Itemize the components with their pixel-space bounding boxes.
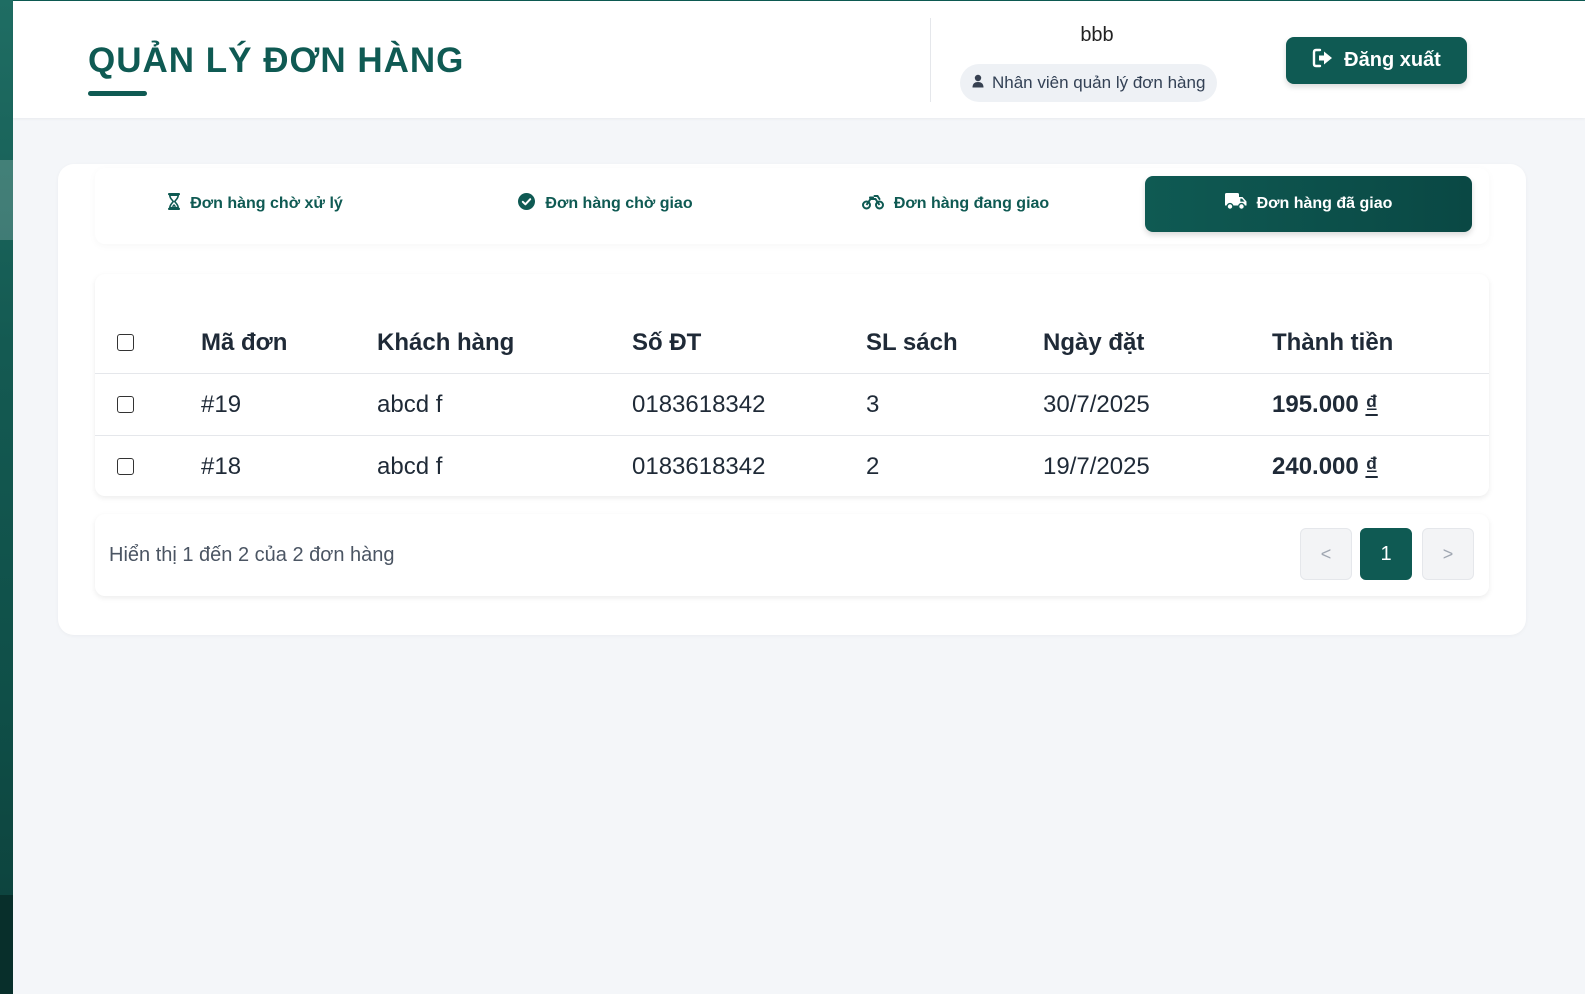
motorcycle-icon bbox=[861, 194, 884, 215]
phone-cell: 0183618342 bbox=[632, 452, 766, 480]
column-header-phone[interactable]: Số ĐT bbox=[632, 312, 866, 374]
column-header-book-qty[interactable]: SL sách bbox=[866, 312, 1043, 374]
user-role-badge: Nhân viên quản lý đơn hàng bbox=[960, 64, 1218, 102]
tab-label: Đơn hàng đã giao bbox=[1256, 195, 1393, 212]
total-amount: 195.000 bbox=[1272, 390, 1359, 418]
table-row[interactable]: #18 abcd f 0183618342 2 19/7/2025 240.00… bbox=[95, 436, 1489, 497]
truck-icon bbox=[1224, 193, 1247, 215]
tab-delivered[interactable]: Đơn hàng đã giao bbox=[1145, 176, 1472, 232]
customer-cell: abcd f bbox=[377, 373, 632, 436]
prev-page-button[interactable]: < bbox=[1300, 528, 1352, 580]
pagination-summary: Hiển thị 1 đến 2 của 2 đơn hàng bbox=[109, 544, 395, 566]
user-name: bbb bbox=[1080, 24, 1114, 46]
book-qty-cell: 2 bbox=[866, 452, 880, 480]
column-header-order-id[interactable]: Mã đơn bbox=[201, 312, 377, 374]
user-role-label: Nhân viên quản lý đơn hàng bbox=[992, 73, 1206, 92]
sidebar-strip bbox=[0, 0, 13, 994]
logout-icon bbox=[1312, 48, 1334, 74]
total-cell: 240.000 ₫ bbox=[1272, 436, 1489, 497]
orders-panel: Đơn hàng chờ xử lý Đơn hàng chờ giao Đơn… bbox=[58, 164, 1526, 635]
header-divider bbox=[930, 18, 931, 102]
total-cell: 195.000 ₫ bbox=[1272, 373, 1489, 436]
row-select-cell bbox=[95, 373, 201, 436]
currency-symbol: ₫ bbox=[1365, 390, 1378, 418]
logout-label: Đăng xuất bbox=[1344, 49, 1441, 71]
column-header-customer[interactable]: Khách hàng bbox=[377, 312, 632, 374]
next-page-button[interactable]: > bbox=[1422, 528, 1474, 580]
orders-table: Mã đơn Khách hàng Số ĐT SL sách Ngày đặt… bbox=[95, 312, 1489, 496]
tab-delivering[interactable]: Đơn hàng đang giao bbox=[795, 176, 1116, 232]
row-checkbox[interactable] bbox=[117, 396, 134, 413]
user-icon bbox=[972, 73, 984, 93]
order-id-cell: #19 bbox=[201, 373, 377, 436]
tab-awaiting-delivery[interactable]: Đơn hàng chờ giao bbox=[445, 176, 766, 232]
hourglass-icon bbox=[168, 193, 181, 215]
table-row[interactable]: #19 abcd f 0183618342 3 30/7/2025 195.00… bbox=[95, 373, 1489, 436]
row-checkbox[interactable] bbox=[117, 458, 134, 475]
pagination-bar: Hiển thị 1 đến 2 của 2 đơn hàng < 1 > bbox=[95, 514, 1489, 596]
check-circle-icon bbox=[518, 193, 536, 215]
page-1-button[interactable]: 1 bbox=[1360, 528, 1412, 580]
currency-symbol: ₫ bbox=[1365, 452, 1378, 480]
title-underline bbox=[88, 91, 147, 96]
orders-table-card: Mã đơn Khách hàng Số ĐT SL sách Ngày đặt… bbox=[95, 274, 1489, 496]
tab-pending[interactable]: Đơn hàng chờ xử lý bbox=[95, 176, 416, 232]
tab-label: Đơn hàng chờ giao bbox=[545, 195, 693, 212]
logout-button[interactable]: Đăng xuất bbox=[1286, 37, 1467, 84]
column-header-total[interactable]: Thành tiền bbox=[1272, 312, 1489, 374]
customer-cell: abcd f bbox=[377, 452, 443, 480]
order-date-cell: 30/7/2025 bbox=[1043, 373, 1272, 436]
order-id-cell: #18 bbox=[201, 452, 242, 480]
table-header-row: Mã đơn Khách hàng Số ĐT SL sách Ngày đặt… bbox=[95, 312, 1489, 374]
select-all-checkbox[interactable] bbox=[117, 334, 134, 351]
app-header: QUẢN LÝ ĐƠN HÀNG bbb Nhân viên quản lý đ… bbox=[13, 1, 1585, 118]
order-status-tabs: Đơn hàng chờ xử lý Đơn hàng chờ giao Đơn… bbox=[95, 168, 1489, 244]
book-qty-cell: 3 bbox=[866, 373, 1043, 436]
row-select-cell bbox=[95, 436, 201, 497]
total-amount: 240.000 bbox=[1272, 452, 1359, 480]
tab-label: Đơn hàng đang giao bbox=[893, 195, 1050, 212]
sidebar-footer bbox=[0, 895, 13, 994]
order-date-cell: 19/7/2025 bbox=[1043, 452, 1150, 480]
sidebar-active-indicator bbox=[0, 160, 13, 240]
page-title: QUẢN LÝ ĐƠN HÀNG bbox=[88, 41, 465, 80]
tab-label: Đơn hàng chờ xử lý bbox=[190, 195, 343, 212]
column-header-order-date[interactable]: Ngày đặt bbox=[1043, 312, 1272, 374]
select-all-cell bbox=[95, 312, 201, 374]
phone-cell: 0183618342 bbox=[632, 373, 866, 436]
